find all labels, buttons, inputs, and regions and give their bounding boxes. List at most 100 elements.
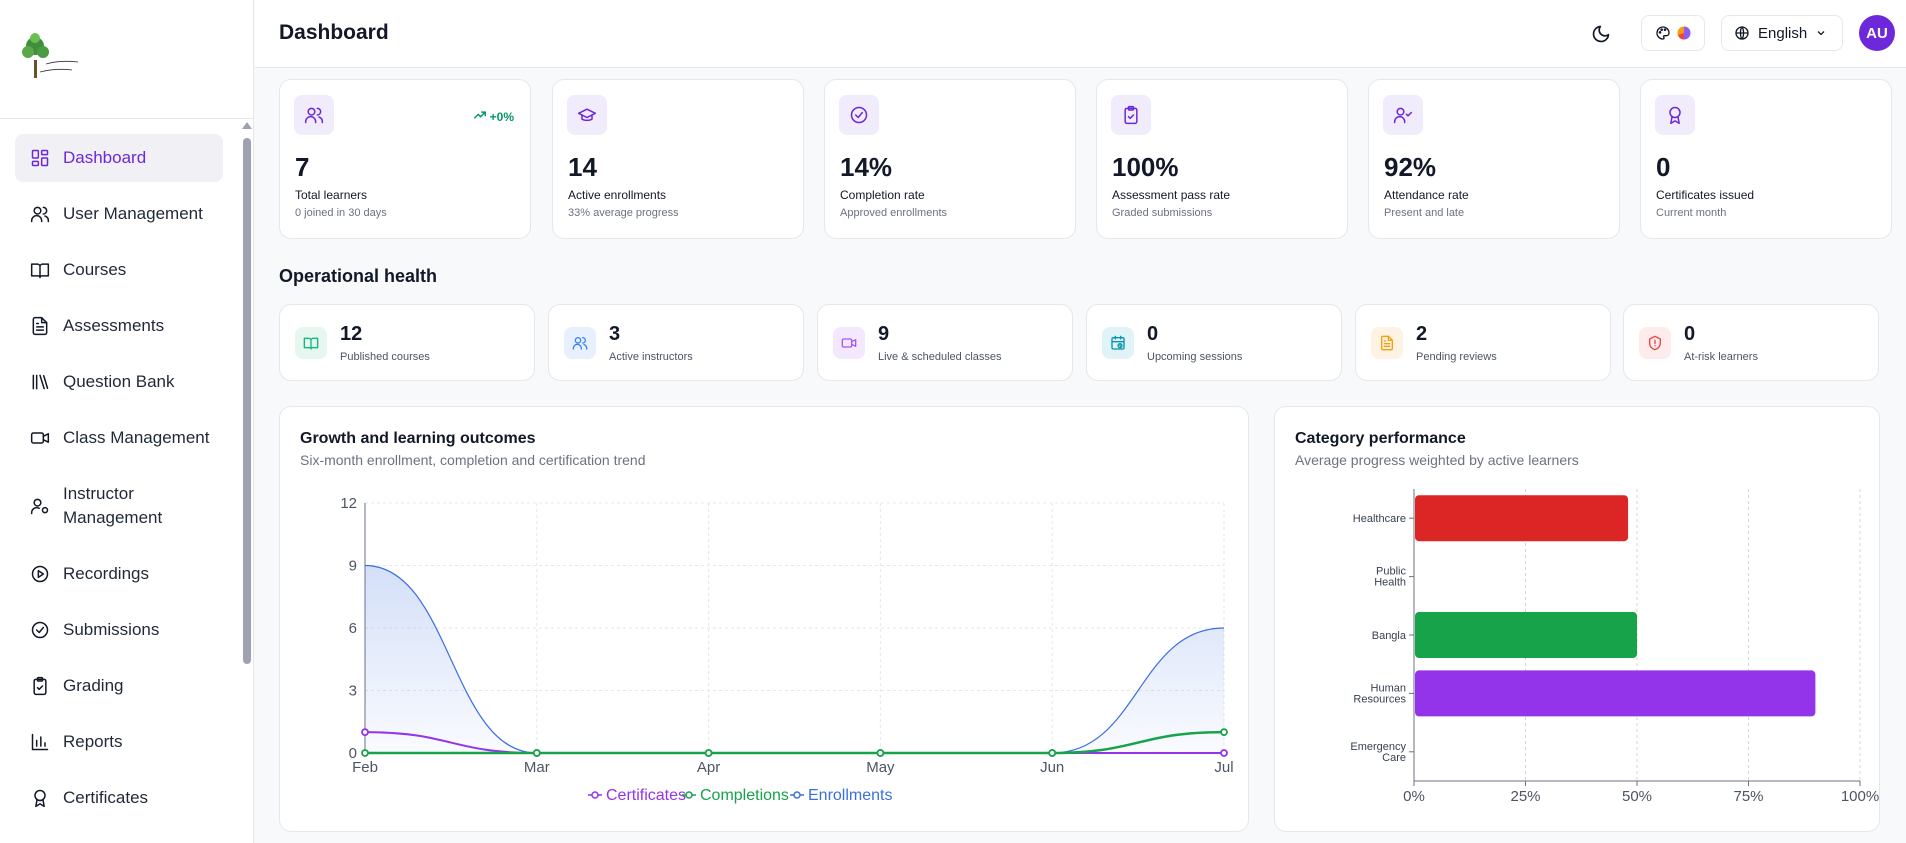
book-icon — [29, 259, 51, 281]
palette-icon — [1656, 26, 1670, 40]
users-icon — [29, 203, 51, 225]
data-point-completions — [532, 749, 541, 757]
stat-label: Total learners — [295, 188, 368, 202]
library-icon — [29, 371, 51, 393]
user-gear-icon — [29, 495, 51, 517]
trend-badge: +0% — [473, 108, 514, 125]
data-point-completions — [704, 749, 713, 757]
stat-value: 7 — [295, 152, 310, 182]
sidebar-item-label: Recordings — [63, 564, 149, 583]
stat-subtext: 33% average progress — [568, 207, 679, 219]
language-label: English — [1758, 24, 1808, 42]
sidebar-item-dashboard[interactable]: Dashboard — [15, 134, 223, 182]
ops-label: Upcoming sessions — [1147, 351, 1243, 363]
play-circle-icon — [29, 563, 51, 585]
calendar-clock-icon — [1102, 327, 1134, 359]
ops-label: Live & scheduled classes — [878, 351, 1002, 363]
dashboard-icon — [29, 147, 51, 169]
legend-marker — [793, 791, 801, 799]
category-chart-panel: Category performance Average progress we… — [1274, 406, 1880, 832]
legend-label: Certificates — [606, 787, 686, 804]
logo[interactable] — [20, 30, 100, 88]
stat-card-assessment-pass-rate: 100% Assessment pass rate Graded submissio… — [1096, 79, 1348, 239]
sidebar-item-assessments[interactable]: Assessments — [15, 302, 223, 350]
ops-label: Published courses — [340, 351, 430, 363]
sidebar-item-instructor-management[interactable]: Instructor Management — [15, 470, 223, 542]
sidebar-item-recordings[interactable]: Recordings — [15, 550, 223, 598]
globe-icon — [1735, 26, 1749, 40]
y-tick-label: Emergency Care — [1350, 741, 1406, 764]
users-icon — [564, 327, 596, 359]
y-tick-label: Human Resources — [1353, 682, 1406, 705]
award-icon — [1655, 95, 1695, 135]
user-check-icon — [1383, 95, 1423, 135]
check-circle-icon — [29, 619, 51, 641]
legend-label: Completions — [700, 787, 789, 804]
series-line-enrollments — [364, 564, 1225, 754]
chevron-down-icon — [1817, 31, 1825, 36]
book-open-icon — [295, 327, 327, 359]
sidebar-item-courses[interactable]: Courses — [15, 246, 223, 294]
sidebar-item-class-management[interactable]: Class Management — [15, 414, 223, 462]
stat-subtext: Current month — [1656, 207, 1727, 219]
stat-card-certificates-issued: 0 Certificates issued Current month — [1640, 79, 1892, 239]
ops-card-live-scheduled-classes: 9 Live & scheduled classes — [817, 304, 1073, 381]
scroll-up-arrow-icon[interactable] — [242, 122, 252, 129]
sidebar-item-label: Question Bank — [63, 372, 175, 391]
y-tick-label: 9 — [349, 558, 357, 575]
theme-toggle-button[interactable] — [1585, 18, 1617, 50]
data-point-certificates — [361, 728, 369, 737]
stat-card-completion-rate: 14% Completion rate Approved enrollments — [824, 79, 1076, 239]
chart-legend: Certificates Completions Enrollments — [588, 787, 892, 804]
x-tick-label: 0% — [1403, 788, 1425, 805]
scroll-thumb[interactable] — [243, 138, 251, 664]
user-avatar[interactable]: AU — [1859, 15, 1895, 51]
page-title: Dashboard — [279, 21, 389, 44]
sidebar-item-label: Assessments — [63, 316, 165, 335]
sidebar-nav: Dashboard User Management Courses Assessmen… — [15, 134, 223, 830]
sidebar-item-grading[interactable]: Grading — [15, 662, 223, 710]
operational-health-title: Operational health — [279, 266, 438, 286]
growth-chart: 036912Feb Mar Apr May Jun JulCertificates Comp… — [340, 495, 1233, 804]
bar-bangla — [1415, 612, 1637, 658]
bar-healthcare — [1415, 495, 1629, 542]
sidebar-item-user-management[interactable]: User Management — [15, 190, 223, 238]
trending-up-icon — [473, 108, 487, 125]
data-point-completions — [1048, 749, 1057, 757]
stat-label: Completion rate — [840, 188, 925, 202]
ops-card-pending-reviews: 2 Pending reviews — [1355, 304, 1611, 381]
sidebar-item-label: Grading — [63, 676, 124, 695]
x-tick-label: Jun — [1040, 759, 1064, 776]
stat-value: 100% — [1112, 152, 1179, 182]
color-swatch-icon — [1677, 26, 1691, 40]
video-icon — [833, 327, 865, 359]
sidebar-item-reports[interactable]: Reports — [15, 718, 223, 766]
stat-subtext: Approved enrollments — [840, 207, 948, 219]
y-tick-label: Bangla — [1372, 630, 1407, 642]
file-text-icon — [1371, 327, 1403, 359]
ops-value: 0 — [1684, 323, 1696, 345]
category-chart: 0% 25% 50% 75% 100% Healthcare Public Health Ban… — [1350, 489, 1879, 805]
y-tick-label: Public Health — [1374, 566, 1406, 589]
language-selector[interactable]: English — [1721, 15, 1843, 51]
sidebar-item-certificates[interactable]: Certificates — [15, 774, 223, 822]
check-circle-icon — [839, 95, 879, 135]
ops-card-upcoming-sessions: 0 Upcoming sessions — [1086, 304, 1342, 381]
sidebar-scrollbar[interactable] — [242, 122, 252, 664]
y-tick-label: Healthcare — [1353, 513, 1406, 525]
ops-label: Pending reviews — [1416, 351, 1497, 363]
stat-subtext: Graded submissions — [1112, 207, 1213, 219]
x-tick-label: Feb — [352, 759, 378, 776]
y-tick-label: 12 — [340, 495, 357, 512]
ops-value: 12 — [340, 323, 363, 345]
x-tick-label: 25% — [1510, 788, 1540, 805]
x-tick-label: 100% — [1841, 788, 1879, 805]
sidebar-item-question-bank[interactable]: Question Bank — [15, 358, 223, 406]
stat-value: 0 — [1656, 152, 1671, 182]
palette-button[interactable] — [1641, 15, 1705, 51]
legend-label: Enrollments — [808, 787, 892, 804]
users-icon — [294, 95, 334, 135]
sidebar-item-submissions[interactable]: Submissions — [15, 606, 223, 654]
growth-chart-panel: Growth and learning outcomes Six-month e… — [279, 406, 1249, 832]
document-icon — [29, 315, 51, 337]
